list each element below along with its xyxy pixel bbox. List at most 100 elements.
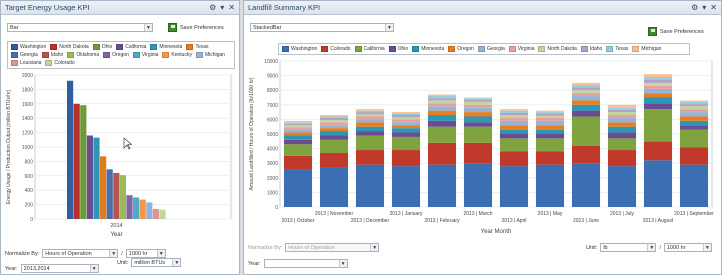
chart-type-select[interactable]: StackedBar ▼ <box>250 23 394 32</box>
stacked-bar-segment[interactable] <box>283 135 313 140</box>
legend-item[interactable]: Ohio <box>387 45 411 53</box>
stacked-bar-segment[interactable] <box>391 122 421 126</box>
stacked-bar-segment[interactable] <box>427 100 457 104</box>
stacked-bar-segment[interactable] <box>319 117 349 121</box>
unit-select[interactable]: million BTUs ▼ <box>131 258 182 267</box>
stacked-bar-segment[interactable] <box>607 166 637 207</box>
stacked-bar-segment[interactable] <box>643 79 673 83</box>
per-select[interactable]: 1000 hr ▼ <box>663 243 712 252</box>
legend-item[interactable]: Idaho <box>40 51 66 59</box>
bar[interactable] <box>100 156 107 219</box>
stacked-bar-segment[interactable] <box>427 164 457 207</box>
stacked-bar-segment[interactable] <box>391 125 421 129</box>
stacked-bar-segment[interactable] <box>607 138 637 151</box>
stacked-bar-segment[interactable] <box>643 88 673 94</box>
bar[interactable] <box>139 199 146 219</box>
stacked-bar-segment[interactable] <box>607 115 637 118</box>
stacked-bar-segment[interactable] <box>499 125 529 130</box>
stacked-bar-segment[interactable] <box>391 119 421 123</box>
stacked-bar-segment[interactable] <box>463 97 493 99</box>
stacked-bar-segment[interactable] <box>607 132 637 139</box>
stacked-bar-segment[interactable] <box>319 128 349 132</box>
stacked-bar-segment[interactable] <box>679 106 709 110</box>
stacked-bar-segment[interactable] <box>319 115 349 117</box>
stacked-bar-segment[interactable] <box>499 115 529 118</box>
legend-item[interactable]: Virginia <box>507 45 537 53</box>
stacked-bar-segment[interactable] <box>571 87 601 91</box>
stacked-bar-segment[interactable] <box>679 120 709 126</box>
stacked-bar-segment[interactable] <box>535 120 565 126</box>
stacked-bar-segment[interactable] <box>319 167 349 207</box>
normalize-select[interactable]: Hours of Operation ▼ <box>285 243 380 252</box>
legend-item[interactable]: Georgia <box>476 45 507 53</box>
stacked-bar-segment[interactable] <box>679 147 709 165</box>
stacked-bar-segment[interactable] <box>319 120 349 123</box>
stacked-bar-segment[interactable] <box>355 116 385 120</box>
gear-icon[interactable]: ⚙ <box>691 3 698 12</box>
stacked-bar-segment[interactable] <box>427 98 457 101</box>
stacked-bar-segment[interactable] <box>535 115 565 118</box>
legend-item[interactable]: Virginia <box>131 51 161 59</box>
stacked-bar-segment[interactable] <box>607 150 637 167</box>
bar[interactable] <box>119 175 126 219</box>
stacked-bar-segment[interactable] <box>535 113 565 116</box>
stacked-bar-segment[interactable] <box>319 116 349 118</box>
stacked-bar-segment[interactable] <box>391 115 421 118</box>
stacked-bar-segment[interactable] <box>391 128 421 133</box>
stacked-bar-segment[interactable] <box>283 127 313 130</box>
legend-item[interactable]: Georgia <box>9 51 40 59</box>
save-preferences-button[interactable]: Save Preferences <box>168 23 224 32</box>
stacked-bar-segment[interactable] <box>679 129 709 148</box>
legend-item[interactable]: California <box>114 43 148 51</box>
stacked-bar-segment[interactable] <box>355 112 385 115</box>
stacked-bar-segment[interactable] <box>463 116 493 123</box>
stacked-bar-segment[interactable] <box>643 82 673 86</box>
legend-item[interactable]: Texas <box>604 45 630 53</box>
stacked-bar-segment[interactable] <box>355 109 385 111</box>
close-icon[interactable]: ✕ <box>228 3 235 12</box>
legend-item[interactable]: Washington <box>9 43 48 51</box>
bar[interactable] <box>113 172 120 219</box>
legend-item[interactable]: Louisiana <box>9 59 43 67</box>
stacked-bar-segment[interactable] <box>535 151 565 165</box>
stacked-bar-segment[interactable] <box>427 103 457 107</box>
stacked-bar-segment[interactable] <box>391 132 421 137</box>
stacked-bar-segment[interactable] <box>463 101 493 105</box>
stacked-bar-segment[interactable] <box>499 166 529 207</box>
stacked-bar-segment[interactable] <box>355 114 385 117</box>
stacked-bar-segment[interactable] <box>355 110 385 113</box>
normalize-select[interactable]: Hours of Operation ▼ <box>42 249 119 258</box>
stacked-bar-segment[interactable] <box>535 164 565 207</box>
bar[interactable] <box>146 202 153 219</box>
stacked-bar-segment[interactable] <box>571 116 601 146</box>
stacked-bar-segment[interactable] <box>571 104 601 111</box>
legend-item[interactable]: Texas <box>184 43 210 51</box>
stacked-bar-segment[interactable] <box>643 141 673 161</box>
stacked-bar-segment[interactable] <box>283 125 313 128</box>
stacked-bar-segment[interactable] <box>571 90 601 94</box>
stacked-bar-segment[interactable] <box>283 139 313 145</box>
bar[interactable] <box>106 169 113 219</box>
stacked-bar-segment[interactable] <box>571 100 601 105</box>
stacked-bar-segment[interactable] <box>355 150 385 165</box>
stacked-bar-segment[interactable] <box>427 96 457 99</box>
stacked-bar-segment[interactable] <box>355 164 385 207</box>
legend-item[interactable]: Kentucky <box>160 51 194 59</box>
stacked-bar-segment[interactable] <box>391 150 421 167</box>
stacked-bar-segment[interactable] <box>463 98 493 100</box>
stacked-bar-segment[interactable] <box>391 166 421 207</box>
stacked-bar-segment[interactable] <box>643 103 673 110</box>
stacked-bar-segment[interactable] <box>535 112 565 114</box>
stacked-bar-segment[interactable] <box>319 135 349 140</box>
stacked-bar-segment[interactable] <box>283 120 313 123</box>
stacked-bar-segment[interactable] <box>607 117 637 123</box>
stacked-bar-segment[interactable] <box>679 101 709 105</box>
stacked-bar-segment[interactable] <box>463 107 493 113</box>
legend-item[interactable]: North Dakota <box>48 43 90 51</box>
stacked-bar-segment[interactable] <box>391 136 421 151</box>
stacked-bar-segment[interactable] <box>607 107 637 110</box>
stacked-bar-segment[interactable] <box>355 119 385 123</box>
stacked-bar-segment[interactable] <box>427 106 457 111</box>
stacked-bar-segment[interactable] <box>427 142 457 165</box>
stacked-bar-segment[interactable] <box>679 109 709 113</box>
